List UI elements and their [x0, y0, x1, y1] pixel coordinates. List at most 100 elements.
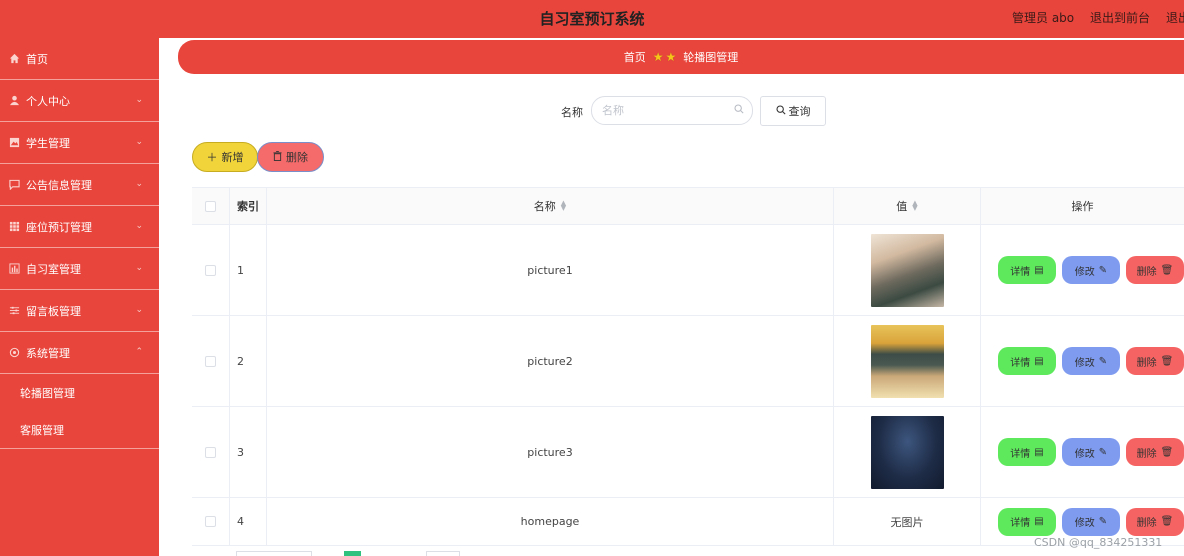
chevron-down-icon: ⌄ — [135, 305, 143, 315]
detail-button-label: 详情 — [1010, 266, 1031, 278]
delete-button[interactable]: 删除 🗑 — [1126, 507, 1184, 536]
pencil-icon: ✎ — [1098, 446, 1108, 458]
row-ops-cell: 详情 ▤ 修改 ✎ 删除 🗑 — [981, 225, 1184, 315]
select-all-checkbox[interactable] — [205, 200, 216, 212]
delete-button[interactable]: 删除 🗑 — [1126, 347, 1184, 375]
add-button-label: 新增 — [221, 151, 244, 164]
sidebar-item-message-board[interactable]: 留言板管理 ⌄ — [0, 290, 159, 332]
sidebar-item-label: 座位预订管理 — [26, 220, 92, 234]
header-value-cell[interactable]: 值 ▲ ▼ — [834, 188, 981, 224]
page-size-select[interactable] — [236, 551, 312, 556]
row-checkbox[interactable] — [205, 446, 216, 458]
app-title: 自习室预订系统 — [539, 10, 645, 28]
user-icon — [8, 95, 20, 107]
sidebar-item-label: 学生管理 — [26, 136, 70, 150]
row-value-empty: 无图片 — [834, 498, 981, 545]
header-name-cell[interactable]: 名称 ▲ ▼ — [267, 188, 834, 224]
detail-button[interactable]: 详情 ▤ — [998, 347, 1056, 375]
search-input[interactable] — [591, 96, 753, 125]
row-name: picture3 — [267, 407, 834, 497]
chevron-down-icon: ⌄ — [135, 263, 143, 273]
add-button[interactable]: ＋ 新增 — [192, 142, 258, 172]
document-icon: ▤ — [1034, 355, 1044, 367]
breadcrumb: 首页 ★ ★ 轮播图管理 — [178, 40, 1184, 74]
delete-button[interactable]: 删除 🗑 — [1126, 256, 1184, 284]
search-icon — [734, 104, 744, 117]
row-check-cell — [192, 316, 230, 406]
sort-icon[interactable]: ▲ ▼ — [561, 200, 566, 212]
star-icon: ★ — [665, 50, 677, 64]
sidebar: 首页 个人中心 ⌄ 学生管理 ⌄ 公告信息管理 ⌄ 座位预订管理 ⌄ 自习室管理… — [0, 38, 159, 556]
detail-button-label: 详情 — [1010, 518, 1031, 529]
edit-button[interactable]: 修改 ✎ — [1062, 438, 1120, 466]
batch-delete-button-label: 删除 — [286, 151, 308, 164]
table-row: 3 picture3 详情 ▤ 修改 ✎ 删除 🗑 — [192, 407, 1184, 498]
batch-delete-button[interactable]: 删除 — [257, 142, 324, 172]
picture-icon — [8, 137, 20, 149]
row-value-cell — [834, 225, 981, 315]
sidebar-item-system[interactable]: 系统管理 ⌃ — [0, 332, 159, 374]
plus-icon: ＋ — [206, 151, 218, 164]
top-bar: 自习室预订系统 管理员 abo 退出到前台 退出 — [0, 0, 1184, 38]
detail-button-label: 详情 — [1010, 357, 1031, 369]
carousel-thumbnail[interactable] — [870, 324, 944, 398]
sidebar-item-personal-center[interactable]: 个人中心 ⌄ — [0, 80, 159, 122]
header-index: 索引 — [230, 188, 267, 224]
header-value: 值 — [896, 200, 908, 213]
row-checkbox[interactable] — [205, 264, 216, 276]
document-icon: ▤ — [1034, 264, 1044, 276]
edit-button[interactable]: 修改 ✎ — [1062, 507, 1120, 536]
row-checkbox[interactable] — [205, 516, 216, 527]
detail-button[interactable]: 详情 ▤ — [998, 438, 1056, 466]
row-index: 1 — [230, 225, 267, 315]
gear-icon — [8, 347, 20, 359]
sliders-icon — [8, 305, 20, 317]
chart-icon — [8, 263, 20, 275]
sidebar-item-label: 个人中心 — [26, 94, 70, 108]
edit-button[interactable]: 修改 ✎ — [1062, 256, 1120, 284]
carousel-thumbnail[interactable] — [870, 233, 944, 307]
row-ops-cell: 详情 ▤ 修改 ✎ 删除 🗑 — [981, 316, 1184, 406]
sidebar-item-students[interactable]: 学生管理 ⌄ — [0, 122, 159, 164]
query-button[interactable]: 查询 — [760, 96, 826, 126]
submenu-item-customer-service[interactable]: 客服管理 — [0, 411, 159, 448]
search-label: 名称 — [561, 106, 583, 119]
row-checkbox[interactable] — [205, 355, 216, 367]
delete-button-label: 删除 — [1136, 448, 1157, 460]
row-check-cell — [192, 407, 230, 497]
message-icon — [8, 179, 20, 191]
row-ops-cell: 详情 ▤ 修改 ✎ 删除 🗑 — [981, 407, 1184, 497]
pencil-icon: ✎ — [1098, 516, 1108, 527]
home-icon — [8, 53, 20, 65]
edit-button[interactable]: 修改 ✎ — [1062, 347, 1120, 375]
row-index: 2 — [230, 316, 267, 406]
breadcrumb-home[interactable]: 首页 — [624, 49, 646, 65]
row-name: picture2 — [267, 316, 834, 406]
pencil-icon: ✎ — [1098, 264, 1108, 276]
query-button-label: 查询 — [788, 105, 811, 118]
header-name: 名称 — [533, 200, 556, 213]
admin-name: 管理员 abo — [1012, 11, 1075, 25]
sidebar-item-study-rooms[interactable]: 自习室管理 ⌄ — [0, 248, 159, 290]
delete-button[interactable]: 删除 🗑 — [1126, 438, 1184, 466]
sort-icon[interactable]: ▲ ▼ — [912, 200, 917, 212]
detail-button[interactable]: 详情 ▤ — [998, 256, 1056, 284]
breadcrumb-current: 轮播图管理 — [683, 51, 739, 64]
carousel-thumbnail[interactable] — [870, 415, 944, 489]
submenu-item-carousel[interactable]: 轮播图管理 — [0, 374, 159, 411]
chevron-down-icon: ⌄ — [135, 179, 143, 189]
row-value-cell — [834, 407, 981, 497]
system-submenu: 轮播图管理 客服管理 — [0, 374, 159, 449]
chevron-down-icon: ⌄ — [135, 95, 143, 105]
page-jump-input[interactable] — [426, 551, 460, 556]
trash-icon: 🗑 — [1160, 446, 1174, 458]
sidebar-item-seat-booking[interactable]: 座位预订管理 ⌄ — [0, 206, 159, 248]
logout-link[interactable]: 退出 — [1166, 9, 1184, 26]
breadcrumb-separator: ★ ★ — [652, 50, 678, 64]
detail-button[interactable]: 详情 ▤ — [998, 507, 1056, 536]
sidebar-item-home[interactable]: 首页 — [0, 38, 159, 80]
back-to-front-link[interactable]: 退出到前台 — [1090, 9, 1150, 26]
page-current[interactable] — [344, 551, 361, 556]
sidebar-item-notices[interactable]: 公告信息管理 ⌄ — [0, 164, 159, 206]
trash-icon: 🗑 — [1160, 516, 1174, 527]
